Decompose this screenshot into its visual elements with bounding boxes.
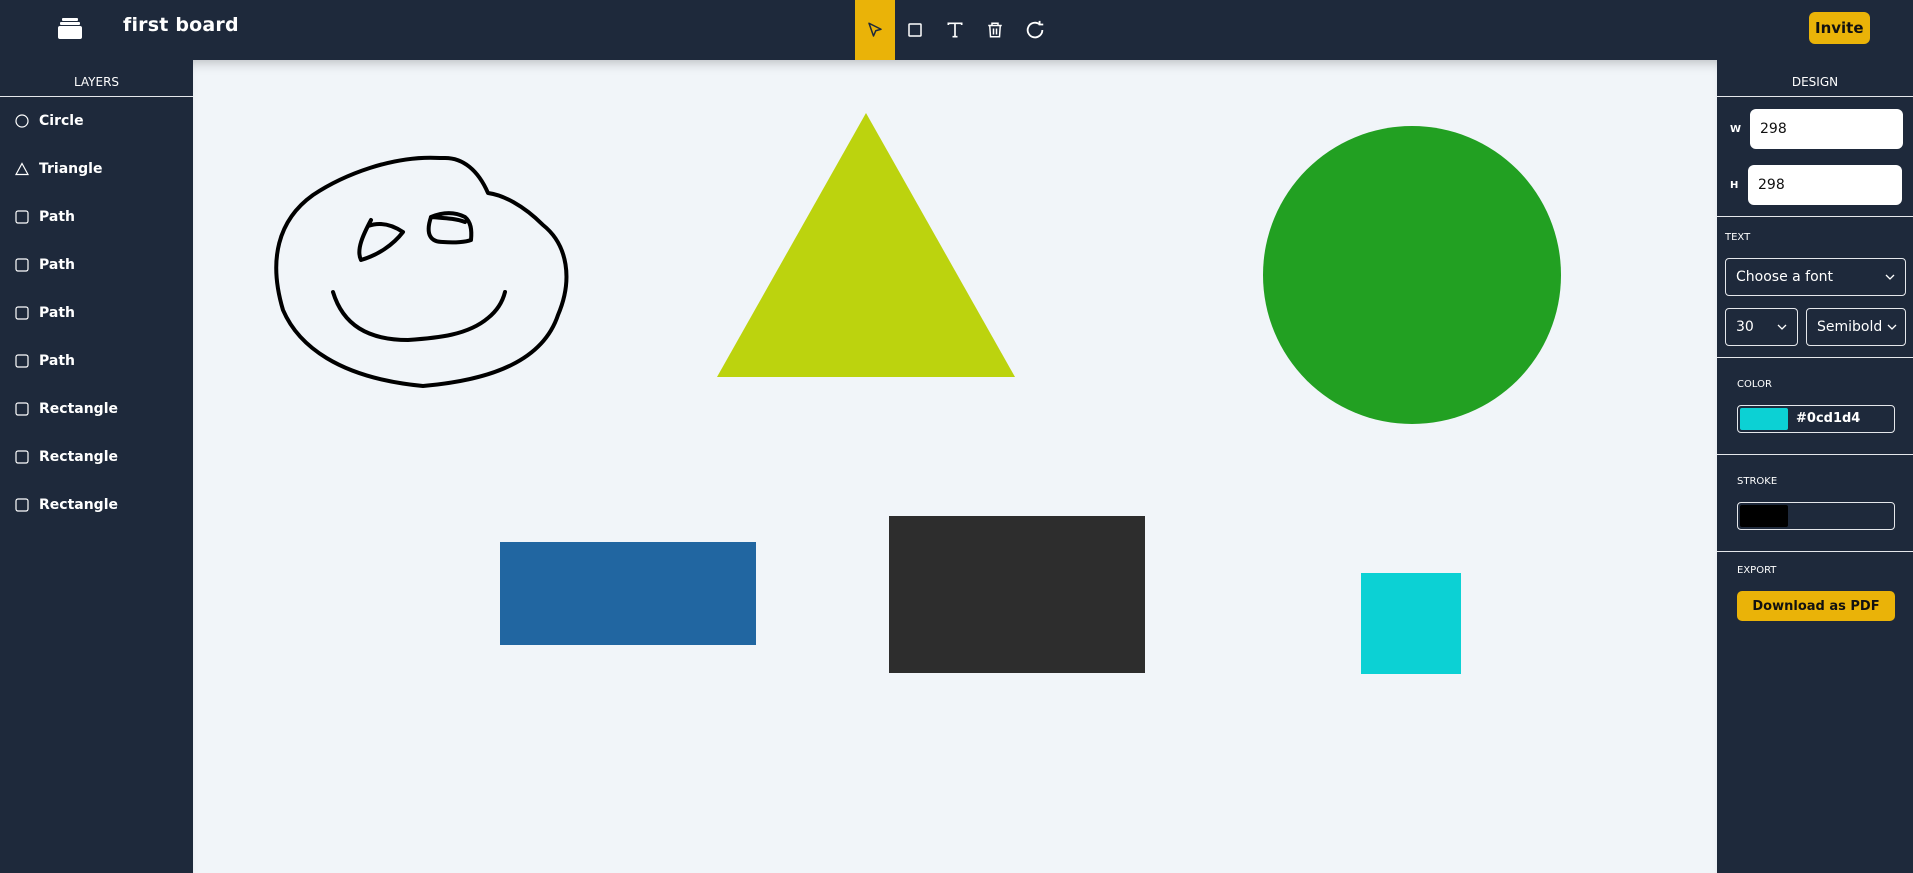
font-family-select[interactable]: Choose a font bbox=[1725, 258, 1906, 296]
square-icon bbox=[15, 306, 29, 320]
divider bbox=[1717, 551, 1913, 552]
text-section-label: TEXT bbox=[1725, 232, 1751, 243]
design-title: DESIGN bbox=[1717, 60, 1913, 97]
layer-item[interactable]: Path bbox=[0, 337, 193, 385]
layer-item[interactable]: Path bbox=[0, 241, 193, 289]
reset-tool-button[interactable] bbox=[1015, 0, 1055, 60]
layer-label: Path bbox=[39, 305, 75, 321]
width-row: W bbox=[1717, 109, 1913, 153]
width-input[interactable] bbox=[1750, 109, 1903, 149]
square-icon bbox=[15, 450, 29, 464]
layer-label: Rectangle bbox=[39, 449, 118, 465]
blue-rectangle[interactable] bbox=[500, 542, 756, 645]
height-row: H bbox=[1717, 165, 1913, 209]
width-label: W bbox=[1730, 124, 1742, 135]
layer-item[interactable]: Circle bbox=[0, 97, 193, 145]
design-panel: DESIGN W H TEXT Choose a font 30 Semibol… bbox=[1717, 60, 1913, 873]
layer-label: Path bbox=[39, 209, 75, 225]
color-hex-value[interactable]: #0cd1d4 bbox=[1796, 411, 1860, 426]
cyan-square[interactable] bbox=[1361, 573, 1461, 674]
font-size-value: 30 bbox=[1736, 319, 1754, 335]
board-title[interactable]: first board bbox=[123, 14, 239, 36]
layer-item[interactable]: Path bbox=[0, 289, 193, 337]
layer-label: Path bbox=[39, 353, 75, 369]
layer-item[interactable]: Rectangle bbox=[0, 433, 193, 481]
stroke-swatch[interactable] bbox=[1740, 505, 1788, 527]
height-label: H bbox=[1730, 180, 1739, 191]
color-swatch[interactable] bbox=[1740, 408, 1788, 430]
layer-label: Rectangle bbox=[39, 401, 118, 417]
delete-tool-button[interactable] bbox=[975, 0, 1015, 60]
height-input[interactable] bbox=[1748, 165, 1902, 205]
square-icon bbox=[908, 23, 922, 37]
circle-icon bbox=[15, 114, 29, 128]
text-tool-button[interactable] bbox=[935, 0, 975, 60]
dark-rectangle[interactable] bbox=[889, 516, 1145, 673]
text-icon bbox=[947, 22, 963, 38]
chevron-down-icon bbox=[1887, 324, 1897, 330]
stroke-section-label: STROKE bbox=[1737, 476, 1778, 487]
triangle-icon bbox=[15, 162, 29, 176]
toolbar bbox=[855, 0, 1055, 60]
layers-logo-icon[interactable] bbox=[58, 17, 82, 39]
smiley-face-drawing[interactable] bbox=[274, 155, 569, 388]
chevron-down-icon bbox=[1777, 324, 1787, 330]
divider bbox=[1717, 216, 1913, 217]
layer-item[interactable]: Triangle bbox=[0, 145, 193, 193]
layer-label: Path bbox=[39, 257, 75, 273]
rectangle-tool-button[interactable] bbox=[895, 0, 935, 60]
right-eye-path bbox=[426, 211, 474, 245]
left-eye-path bbox=[357, 218, 405, 262]
chevron-down-icon bbox=[1885, 274, 1895, 280]
font-family-value: Choose a font bbox=[1736, 269, 1834, 285]
layer-item[interactable]: Path bbox=[0, 193, 193, 241]
cursor-icon bbox=[868, 22, 882, 37]
color-field[interactable]: #0cd1d4 bbox=[1737, 405, 1895, 433]
square-icon bbox=[15, 402, 29, 416]
download-pdf-button[interactable]: Download as PDF bbox=[1737, 591, 1895, 621]
triangle-shape[interactable] bbox=[717, 113, 1015, 377]
layers-panel: LAYERS Circle Triangle Path Path Path Path Rec… bbox=[0, 60, 193, 873]
drawing-canvas[interactable] bbox=[193, 60, 1717, 873]
layers-title: LAYERS bbox=[0, 60, 193, 97]
square-icon bbox=[15, 498, 29, 512]
stroke-field[interactable] bbox=[1737, 502, 1895, 530]
font-weight-value: Semibold bbox=[1817, 319, 1883, 335]
export-section-label: EXPORT bbox=[1737, 565, 1777, 576]
layer-item[interactable]: Rectangle bbox=[0, 385, 193, 433]
invite-button[interactable]: Invite bbox=[1809, 12, 1870, 44]
face-outline-path bbox=[274, 155, 569, 388]
rotate-icon bbox=[1026, 20, 1044, 39]
square-icon bbox=[15, 258, 29, 272]
color-section-label: COLOR bbox=[1737, 379, 1772, 390]
layer-label: Circle bbox=[39, 113, 84, 129]
font-size-select[interactable]: 30 bbox=[1725, 308, 1798, 346]
trash-icon bbox=[988, 22, 1002, 38]
divider bbox=[1717, 454, 1913, 455]
top-bar: first board Invite bbox=[0, 0, 1913, 60]
divider bbox=[1717, 357, 1913, 358]
layer-label: Triangle bbox=[39, 161, 103, 177]
square-icon bbox=[15, 354, 29, 368]
circle-shape[interactable] bbox=[1263, 126, 1561, 424]
layer-item[interactable]: Rectangle bbox=[0, 481, 193, 529]
layer-list: Circle Triangle Path Path Path Path Rectangle R… bbox=[0, 97, 193, 529]
square-icon bbox=[15, 210, 29, 224]
layer-label: Rectangle bbox=[39, 497, 118, 513]
mouth-path bbox=[331, 290, 507, 342]
select-tool-button[interactable] bbox=[855, 0, 895, 60]
font-weight-select[interactable]: Semibold bbox=[1806, 308, 1906, 346]
